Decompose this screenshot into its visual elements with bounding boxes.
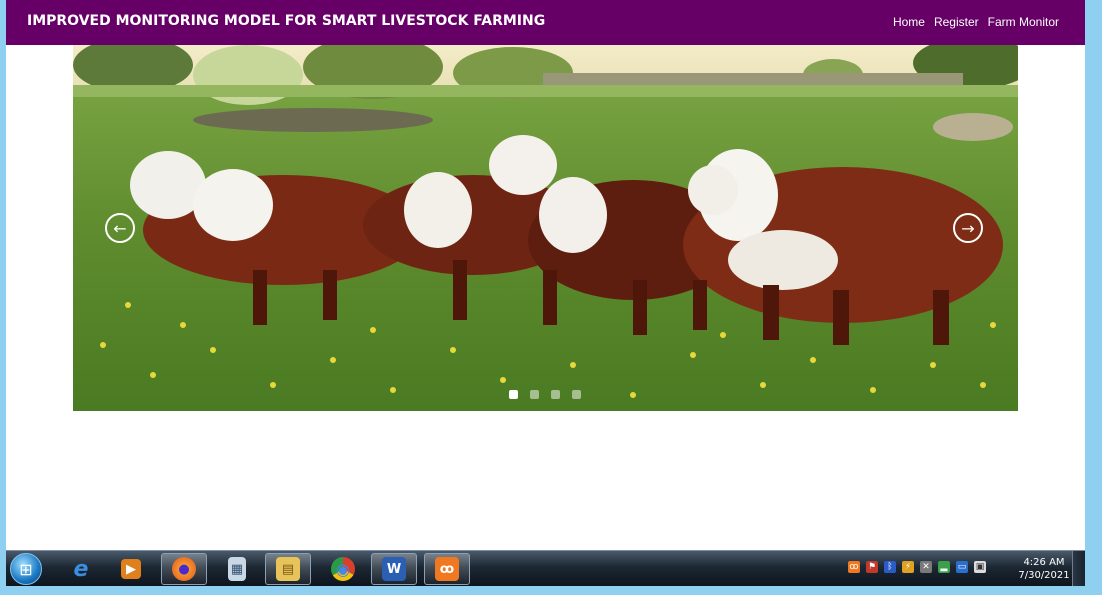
navbar: IMPROVED MONITORING MODEL FOR SMART LIVE…: [6, 0, 1085, 45]
display-icon[interactable]: ▭: [956, 561, 968, 573]
nav-links: Home Register Farm Monitor: [893, 15, 1059, 29]
arrow-right-icon: →: [961, 218, 975, 238]
power-icon[interactable]: ⚡: [902, 561, 914, 573]
windows-start-icon[interactable]: ⊞: [10, 553, 42, 585]
firefox-icon: ●: [172, 557, 196, 581]
carousel-next-button[interactable]: →: [953, 213, 983, 243]
arrow-left-icon: ←: [113, 218, 127, 238]
taskbar: ⊞ e ▶ ● ▦ ▤ ◉ W ꝏ ꝏ ⚑ ᛒ ⚡ ✕ ▂ ▭ ▣ 4:26 A…: [6, 550, 1085, 587]
bluetooth-icon[interactable]: ᛒ: [884, 561, 896, 573]
internet-explorer-icon: e: [73, 556, 89, 582]
taskbar-firefox-button[interactable]: ●: [161, 553, 207, 585]
xampp-icon: ꝏ: [435, 557, 459, 581]
chrome-icon: ◉: [331, 557, 355, 581]
nav-home-link[interactable]: Home: [893, 15, 925, 29]
carousel-indicators: [509, 390, 581, 399]
nav-farm-monitor-link[interactable]: Farm Monitor: [988, 15, 1059, 29]
device-icon[interactable]: ▣: [974, 561, 986, 573]
system-clock[interactable]: 4:26 AM 7/30/2021: [1014, 556, 1074, 582]
network-icon[interactable]: ▂: [938, 561, 950, 573]
taskbar-ie-button[interactable]: e: [58, 553, 104, 585]
volume-muted-icon[interactable]: ✕: [920, 561, 932, 573]
taskbar-chrome-button[interactable]: ◉: [320, 553, 366, 585]
carousel-indicator-1[interactable]: [509, 390, 518, 399]
taskbar-word-button[interactable]: W: [371, 553, 417, 585]
carousel-indicator-2[interactable]: [530, 390, 539, 399]
carousel-indicator-3[interactable]: [551, 390, 560, 399]
file-explorer-icon: ▤: [276, 557, 300, 581]
taskbar-xampp-button[interactable]: ꝏ: [424, 553, 470, 585]
image-carousel: ← →: [73, 45, 1018, 411]
carousel-indicator-4[interactable]: [572, 390, 581, 399]
action-center-flag-icon[interactable]: ⚑: [866, 561, 878, 573]
media-player-icon: ▶: [121, 559, 141, 579]
word-icon: W: [382, 557, 406, 581]
desktop-edge: [0, 586, 1102, 595]
taskbar-media-player-button[interactable]: ▶: [108, 553, 154, 585]
system-tray: ꝏ ⚑ ᛒ ⚡ ✕ ▂ ▭ ▣: [848, 561, 986, 573]
window-border: [1085, 0, 1102, 550]
carousel-prev-button[interactable]: ←: [105, 213, 135, 243]
clock-time: 4:26 AM: [1023, 557, 1065, 568]
calculator-icon: ▦: [228, 557, 246, 581]
browser-page: IMPROVED MONITORING MODEL FOR SMART LIVE…: [6, 0, 1085, 550]
clock-date: 7/30/2021: [1018, 570, 1070, 581]
site-title[interactable]: IMPROVED MONITORING MODEL FOR SMART LIVE…: [27, 13, 545, 29]
cattle-field-photo: [73, 45, 1018, 411]
nav-register-link[interactable]: Register: [934, 15, 979, 29]
taskbar-file-explorer-button[interactable]: ▤: [265, 553, 311, 585]
show-desktop-button[interactable]: [1072, 551, 1085, 587]
xampp-tray-icon[interactable]: ꝏ: [848, 561, 860, 573]
taskbar-calculator-button[interactable]: ▦: [214, 553, 260, 585]
